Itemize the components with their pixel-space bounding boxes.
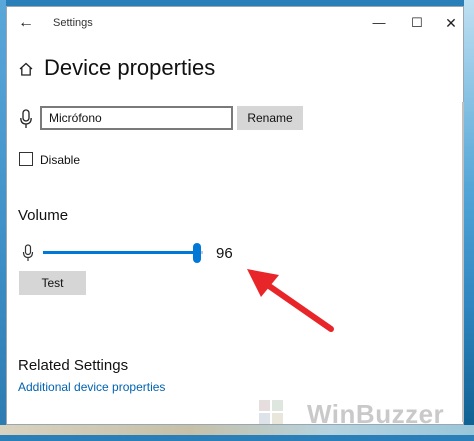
maximize-button[interactable]: ☐ bbox=[399, 11, 435, 35]
volume-slider-thumb[interactable] bbox=[192, 243, 201, 263]
microphone-icon bbox=[20, 109, 32, 128]
watermark-text: WinBuzzer bbox=[307, 399, 445, 429]
rename-button[interactable]: Rename bbox=[237, 106, 303, 130]
scrollbar[interactable] bbox=[462, 102, 464, 422]
volume-slider[interactable] bbox=[43, 243, 203, 263]
annotation-arrow bbox=[247, 269, 334, 332]
title-bar: ← Settings — ☐ ✕ bbox=[7, 7, 463, 39]
volume-heading: Volume bbox=[18, 207, 69, 224]
winbuzzer-logo bbox=[259, 400, 283, 424]
volume-value: 96 bbox=[216, 245, 233, 262]
additional-device-properties-link[interactable]: Additional device properties bbox=[18, 380, 165, 394]
watermark: WinBuzzer bbox=[255, 397, 465, 429]
settings-window: ← Settings — ☐ ✕ Device properties Renam… bbox=[6, 6, 465, 429]
window-title: Settings bbox=[53, 17, 93, 29]
home-icon[interactable] bbox=[18, 61, 34, 77]
maximize-icon: ☐ bbox=[411, 15, 423, 30]
minimize-icon: — bbox=[372, 15, 386, 30]
volume-slider-fill bbox=[43, 251, 197, 254]
desktop-background-right bbox=[464, 0, 474, 435]
device-name-input[interactable] bbox=[40, 106, 233, 130]
close-button[interactable]: ✕ bbox=[433, 11, 469, 35]
disable-label: Disable bbox=[40, 153, 81, 167]
minimize-button[interactable]: — bbox=[361, 11, 397, 35]
microphone-icon bbox=[22, 244, 34, 261]
page-title: Device properties bbox=[44, 55, 216, 80]
test-button[interactable]: Test bbox=[19, 271, 86, 295]
back-button[interactable]: ← bbox=[15, 13, 37, 33]
back-arrow-icon: ← bbox=[18, 14, 34, 31]
related-settings-heading: Related Settings bbox=[18, 357, 129, 374]
close-icon: ✕ bbox=[445, 15, 457, 31]
disable-checkbox[interactable] bbox=[19, 152, 33, 166]
